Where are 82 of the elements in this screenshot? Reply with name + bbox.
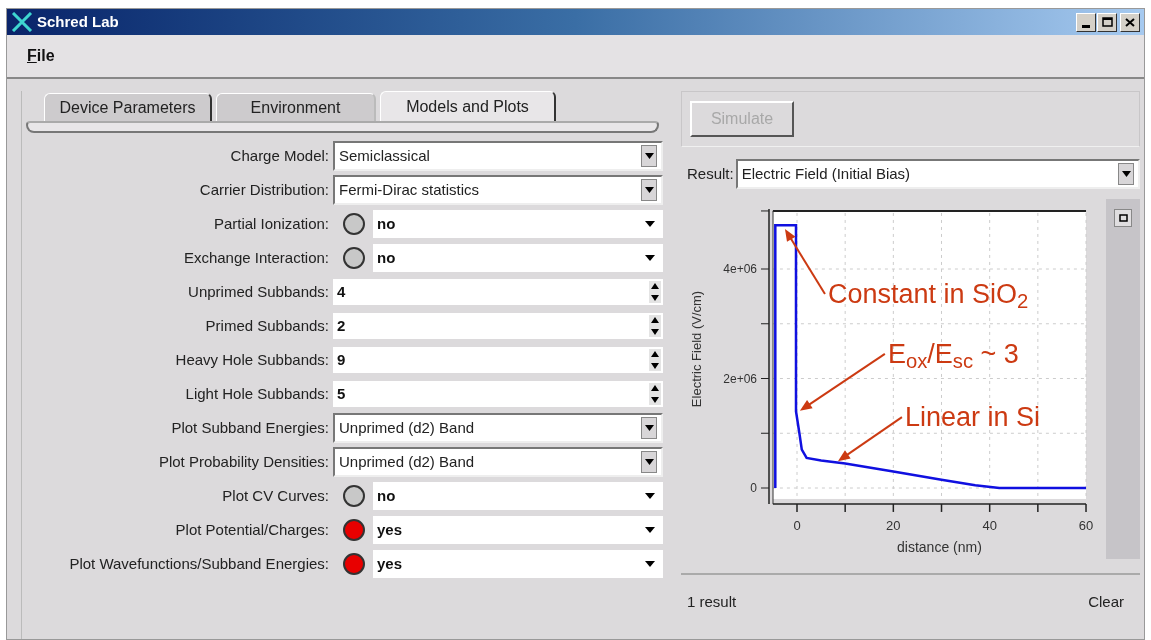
field-label: Charge Model: [229, 145, 330, 166]
caret-icon [645, 493, 655, 499]
arrow [837, 416, 903, 462]
field-label: Exchange Interaction: [182, 247, 330, 268]
field-label: Carrier Distribution: [198, 179, 330, 200]
annotation-text: Constant in SiO$_{2}$ [827, 280, 1029, 308]
arrow [784, 229, 826, 296]
x-tick-label: 40 [982, 517, 997, 533]
field-label: Plot Probability Densities: [157, 451, 330, 472]
dropdown-field[interactable]: no [373, 244, 663, 272]
square-icon [1118, 214, 1128, 222]
tab[interactable]: Device Parameters [44, 93, 212, 121]
field-label: Result: [686, 163, 735, 184]
close-icon [1125, 17, 1135, 27]
dropdown-field[interactable]: yes [373, 550, 663, 578]
tab[interactable]: Environment [216, 93, 376, 121]
spinner-icon[interactable] [649, 383, 661, 405]
number-field[interactable]: 2 [333, 313, 663, 339]
dropdown-field[interactable]: Semiclassical [333, 141, 663, 171]
field-label: Light Hole Subbands: [184, 383, 330, 404]
x-tick-label: 60 [1078, 517, 1094, 533]
menu-item[interactable]: File [27, 44, 55, 68]
annotation-text: Linear in Si [904, 403, 1041, 431]
field-label: Plot Subband Energies: [170, 417, 330, 438]
caret-icon [1121, 171, 1131, 177]
caret-icon [644, 425, 654, 431]
spinner-icon[interactable] [649, 281, 661, 303]
y-tick-label: 4e+06 [723, 262, 757, 276]
dropdown-field[interactable]: no [373, 482, 663, 510]
caret-icon [645, 255, 655, 261]
y-tick-label: 2e+06 [723, 371, 757, 386]
dropdown-field[interactable]: yes [373, 516, 663, 544]
status-indicator[interactable] [343, 247, 365, 269]
app-logo-icon [11, 12, 33, 32]
x-axis-title: distance (nm) [897, 538, 982, 555]
tab[interactable]: Models and Plots [380, 91, 556, 121]
expand-button[interactable] [1114, 209, 1132, 227]
dropdown-button[interactable] [1118, 163, 1134, 185]
number-field[interactable]: 4 [333, 279, 663, 305]
spinner-icon[interactable] [649, 349, 661, 371]
field-label: Plot Potential/Charges: [174, 519, 330, 540]
field-label: Heavy Hole Subbands: [174, 349, 330, 370]
y-axis-title: Electric Field (V/cm) [689, 290, 704, 408]
field-label: Unprimed Subbands: [187, 281, 330, 302]
status-indicator[interactable] [343, 553, 365, 575]
y-tick-label: 0 [750, 481, 757, 495]
x-tick-label: 0 [793, 517, 801, 533]
x-tick-label: 20 [886, 517, 901, 533]
caret-icon [645, 527, 655, 533]
dropdown-button[interactable] [641, 451, 657, 473]
dropdown-field[interactable]: Fermi-Dirac statistics [333, 175, 663, 205]
maximize-icon [1101, 17, 1113, 27]
annotation-text: E$_{ox}$/E$_{sc}$ ~ 3 [887, 340, 1019, 368]
spinner-icon[interactable] [649, 315, 661, 337]
status-indicator[interactable] [343, 485, 365, 507]
minimize-icon [1082, 24, 1090, 28]
dropdown-button[interactable] [641, 145, 657, 167]
caret-icon [644, 187, 654, 193]
clear-button[interactable]: Clear [1088, 590, 1134, 614]
caret-icon [645, 221, 655, 227]
dropdown-field[interactable]: Unprimed (d2) Band [333, 413, 663, 443]
dropdown-button[interactable] [641, 179, 657, 201]
dropdown-field[interactable]: Unprimed (d2) Band [333, 447, 663, 477]
result-count: 1 result [687, 591, 737, 612]
field-label: Plot Wavefunctions/Subband Energies: [68, 553, 330, 574]
caret-icon [644, 153, 654, 159]
number-field[interactable]: 9 [333, 347, 663, 373]
window-title: Schred Lab [37, 11, 119, 32]
dropdown-button[interactable] [641, 417, 657, 439]
field-label: Primed Subbands: [204, 315, 330, 336]
dropdown-field[interactable]: no [373, 210, 663, 238]
status-indicator[interactable] [343, 213, 365, 235]
status-indicator[interactable] [343, 519, 365, 541]
minimize-button[interactable] [1076, 12, 1096, 32]
maximize-button[interactable] [1097, 12, 1117, 32]
close-button[interactable] [1120, 12, 1140, 32]
field-label: Plot CV Curves: [221, 485, 330, 506]
number-field[interactable]: 5 [333, 381, 663, 407]
caret-icon [644, 459, 654, 465]
field-label: Partial Ionization: [212, 213, 330, 234]
dropdown-field[interactable]: Electric Field (Initial Bias) [735, 159, 1140, 189]
caret-icon [645, 561, 655, 567]
